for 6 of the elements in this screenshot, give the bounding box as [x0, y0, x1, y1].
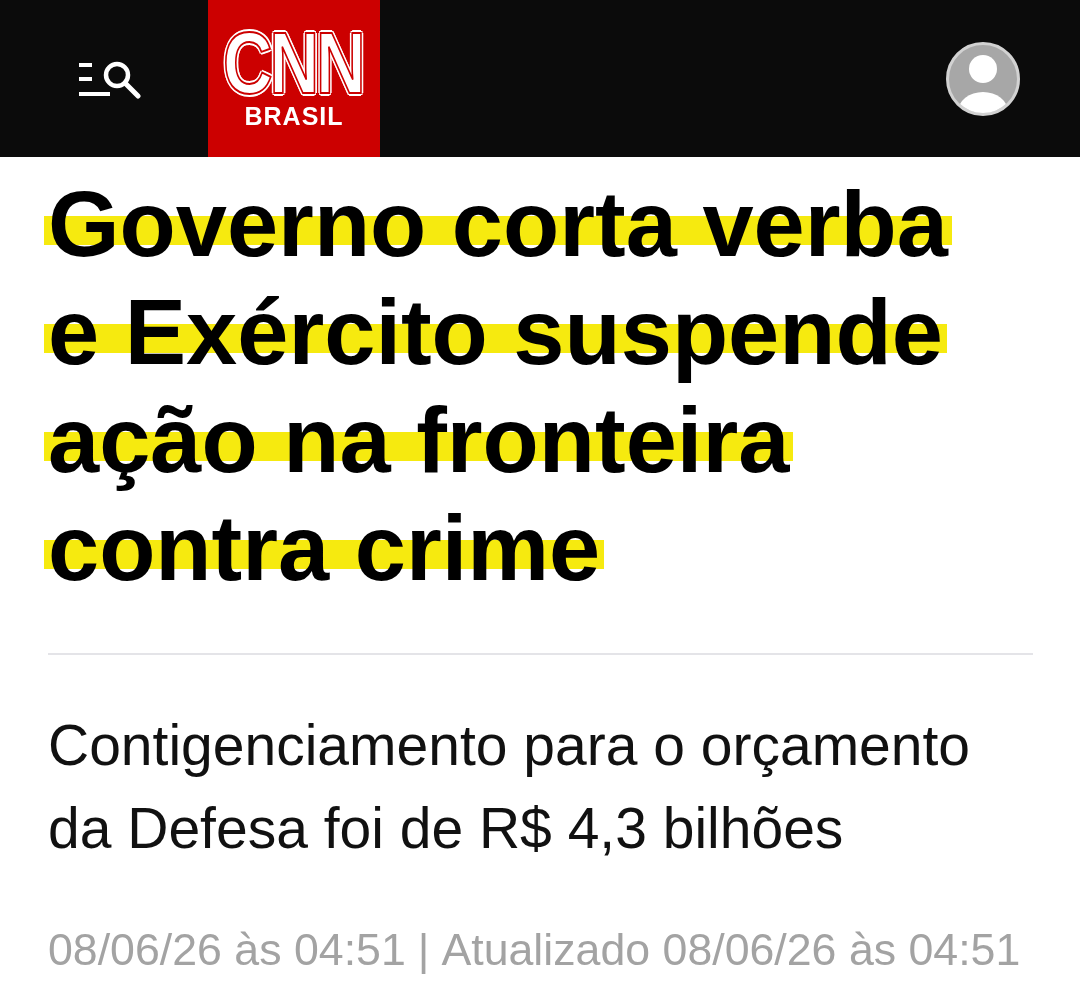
- updated-time: Atualizado 08/06/26 às 04:51: [441, 924, 1021, 976]
- account-button[interactable]: [946, 41, 1020, 116]
- subheadline: Contigenciamento para o orçamento da Defesa foi de R$ 4,3 bilhões: [48, 712, 972, 862]
- published-time: 08/06/26 às 04:51: [48, 924, 406, 976]
- user-avatar-icon: [946, 41, 1020, 116]
- separator: |: [417, 924, 430, 976]
